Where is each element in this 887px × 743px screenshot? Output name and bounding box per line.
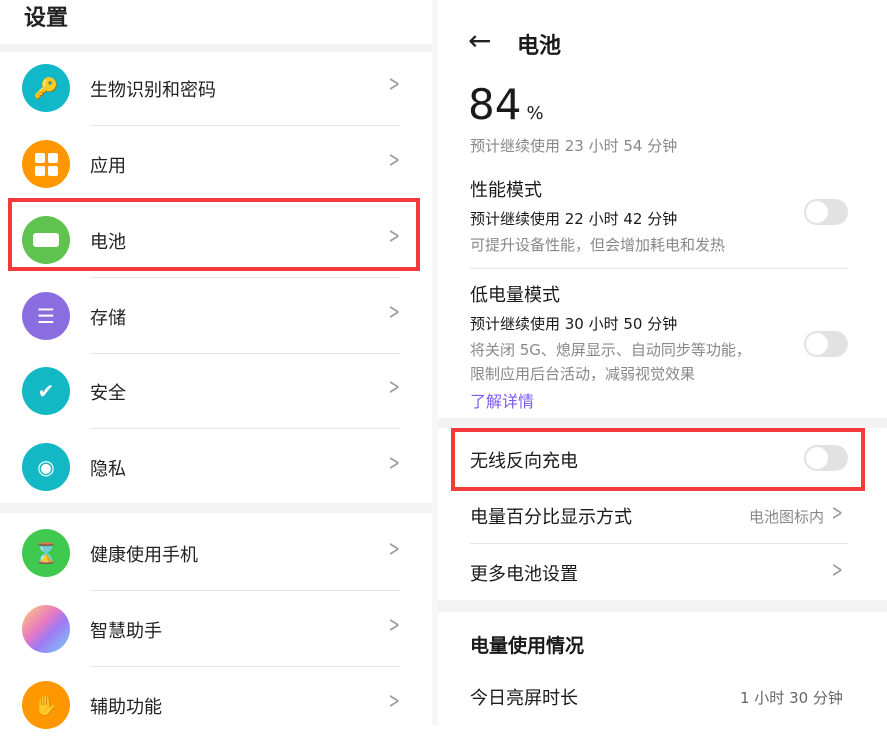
more-battery-settings-label: 更多电池设置 (470, 564, 578, 585)
highlight-box-battery (8, 198, 420, 271)
chevron-right-icon: > (831, 558, 842, 583)
privacy-icon: ◉ (22, 443, 70, 491)
settings-item-label: 存储 (90, 304, 126, 330)
battery-page-title: 电池 (517, 28, 561, 60)
settings-item[interactable]: ✔ 安全 > (0, 353, 432, 429)
settings-item-label: 辅助功能 (90, 693, 162, 719)
chevron-right-icon: > (389, 613, 400, 638)
settings-item[interactable]: 智慧助手 > (0, 591, 432, 667)
key-icon: 🔑 (22, 64, 70, 112)
performance-mode-title: 性能模式 (470, 176, 850, 202)
storage-icon: ☰ (22, 292, 70, 340)
screen-time-label: 今日亮屏时长 (470, 684, 578, 710)
shield-icon: ✔ (22, 367, 70, 415)
low-power-mode-desc-2: 限制应用后台活动，减弱视觉效果 (470, 363, 850, 384)
chevron-right-icon: > (389, 300, 400, 325)
chevron-right-icon: > (389, 375, 400, 400)
settings-item[interactable]: 应用 > (0, 126, 432, 202)
percent-value: 84 (468, 80, 521, 129)
divider (470, 543, 848, 544)
learn-more-link[interactable]: 了解详情 (470, 388, 534, 412)
settings-item[interactable]: ◉ 隐私 > (0, 429, 432, 505)
low-power-mode-toggle[interactable] (804, 331, 848, 357)
settings-item-label: 隐私 (90, 455, 126, 481)
low-power-mode-desc-1: 将关闭 5G、熄屏显示、自动同步等功能， (470, 339, 850, 360)
percent-display-row[interactable]: 电量百分比显示方式 电池图标内 > (470, 503, 850, 533)
settings-item-label: 应用 (90, 152, 126, 178)
settings-item[interactable]: 🔑 生物识别和密码 > (0, 50, 432, 126)
performance-mode-toggle[interactable] (804, 199, 848, 225)
battery-estimate: 预计继续使用 23 小时 54 分钟 (470, 135, 677, 156)
settings-item[interactable]: ✋ 辅助功能 > (0, 667, 432, 743)
chevron-right-icon: > (389, 451, 400, 476)
battery-percent: 84 % (468, 80, 544, 129)
chevron-right-icon: > (389, 72, 400, 97)
screen-time-value: 1 小时 30 分钟 (740, 687, 843, 708)
settings-item[interactable]: ☰ 存储 > (0, 278, 432, 354)
group-separator (438, 418, 887, 428)
settings-title: 设置 (24, 0, 68, 32)
hand-icon: ✋ (22, 681, 70, 729)
assistant-orb-icon (22, 605, 70, 653)
apps-grid-icon (22, 140, 70, 188)
settings-item[interactable]: ⌛ 健康使用手机 > (0, 515, 432, 591)
low-power-mode-row[interactable]: 低电量模式 预计继续使用 30 小时 50 分钟 将关闭 5G、熄屏显示、自动同… (470, 281, 850, 384)
chevron-right-icon: > (831, 501, 842, 526)
performance-mode-estimate: 预计继续使用 22 小时 42 分钟 (470, 208, 850, 229)
panel-divider (432, 0, 438, 725)
settings-item-label: 智慧助手 (90, 617, 162, 643)
highlight-box-wireless-reverse (451, 428, 865, 491)
usage-section-title: 电量使用情况 (470, 631, 584, 658)
low-power-mode-estimate: 预计继续使用 30 小时 50 分钟 (470, 313, 850, 334)
back-button[interactable]: ← (468, 24, 491, 57)
percent-display-value: 电池图标内 (749, 506, 824, 527)
settings-item-label: 健康使用手机 (90, 541, 198, 567)
more-battery-settings-row[interactable]: 更多电池设置 > (470, 560, 850, 590)
group-separator (438, 600, 887, 612)
percent-display-label: 电量百分比显示方式 (470, 507, 632, 528)
percent-sign: % (527, 103, 544, 124)
chevron-right-icon: > (389, 689, 400, 714)
chevron-right-icon: > (389, 148, 400, 173)
performance-mode-row[interactable]: 性能模式 预计继续使用 22 小时 42 分钟 可提升设备性能，但会增加耗电和发… (470, 176, 850, 256)
low-power-mode-title: 低电量模式 (470, 281, 850, 307)
hourglass-icon: ⌛ (22, 529, 70, 577)
settings-item-label: 安全 (90, 379, 126, 405)
settings-item-label: 生物识别和密码 (90, 76, 216, 102)
divider (470, 268, 848, 269)
chevron-right-icon: > (389, 537, 400, 562)
performance-mode-desc: 可提升设备性能，但会增加耗电和发热 (470, 234, 850, 255)
